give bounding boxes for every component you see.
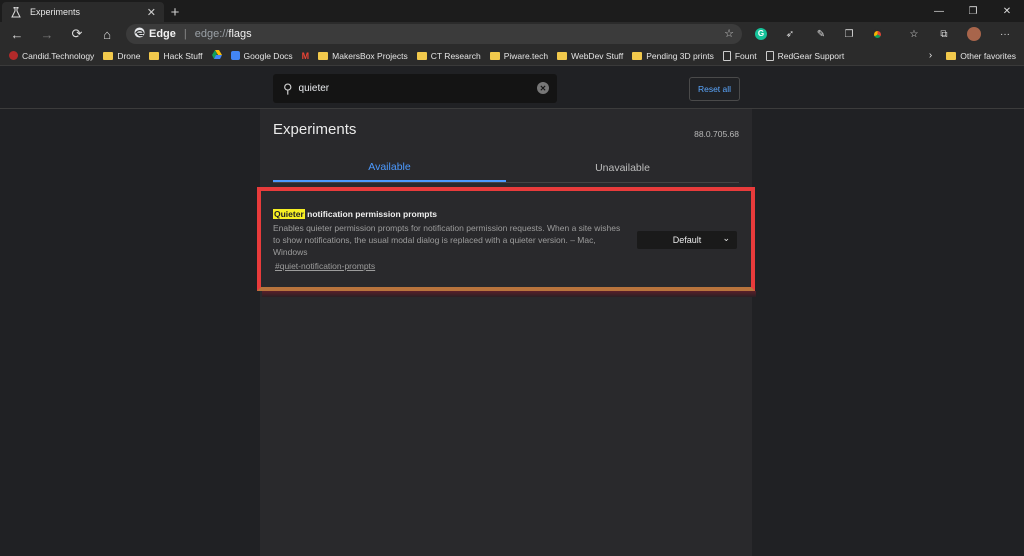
- bookmark-label: Google Docs: [243, 50, 293, 61]
- url-scheme: edge://: [194, 28, 229, 40]
- page-icon: [765, 50, 774, 61]
- flag-card: Quieter notification permission prompts …: [257, 187, 755, 291]
- url-path: flags: [228, 28, 252, 40]
- extension-pen-icon[interactable]: ✎: [812, 25, 830, 43]
- bookmark-label: Piware.tech: [503, 50, 549, 61]
- page-title: Experiments: [273, 121, 357, 138]
- search-icon: ⚲: [283, 80, 293, 96]
- page-icon: [722, 50, 731, 61]
- address-bar[interactable]: Edge | edge://flags ☆: [126, 24, 742, 44]
- google-drive-icon: [211, 50, 222, 61]
- bookmark-label: Pending 3D prints: [646, 50, 714, 61]
- bookmark-pending-3d[interactable]: Pending 3D prints: [632, 51, 714, 61]
- bookmark-redgear[interactable]: RedGear Support: [765, 50, 845, 61]
- home-icon[interactable]: ⌂: [92, 22, 122, 46]
- forward-icon[interactable]: →: [32, 22, 62, 46]
- bookmark-drone[interactable]: Drone: [103, 51, 140, 61]
- experiments-panel: Experiments 88.0.705.68 Available Unavai…: [260, 109, 752, 556]
- bookmark-webdev[interactable]: WebDev Stuff: [557, 51, 623, 61]
- tab-available[interactable]: Available: [273, 153, 506, 182]
- grammarly-icon[interactable]: G: [752, 25, 770, 43]
- search-value: quieter: [298, 83, 330, 94]
- chevron-down-icon: ⌄: [722, 233, 730, 243]
- add-favorite-icon[interactable]: ☆: [724, 27, 734, 40]
- folder-icon: [489, 51, 500, 60]
- flag-anchor-link[interactable]: #quiet-notification-prompts: [275, 261, 375, 271]
- minimize-icon[interactable]: —: [922, 0, 956, 22]
- new-tab-icon[interactable]: +: [164, 2, 186, 22]
- bookmark-ct-research[interactable]: CT Research: [416, 50, 481, 61]
- folder-icon: [946, 51, 957, 60]
- candid-favicon-icon: [9, 51, 18, 60]
- other-favorites-label: Other favorites: [960, 50, 1016, 61]
- bookmark-drive[interactable]: [211, 50, 222, 61]
- collections-icon[interactable]: ⧉: [935, 25, 953, 43]
- google-docs-icon: [230, 51, 240, 60]
- bookmark-gmail[interactable]: M: [302, 51, 310, 61]
- omnibox-separator: |: [183, 28, 187, 40]
- chevron-right-icon[interactable]: ›: [929, 50, 932, 61]
- bookmark-label: CT Research: [430, 50, 481, 61]
- bookmark-label: RedGear Support: [777, 50, 845, 61]
- flags-search-header: ⚲ quieter ✕ Reset all: [0, 67, 1024, 109]
- version-label: 88.0.705.68: [694, 129, 739, 139]
- tab-title: Experiments: [30, 7, 81, 17]
- tab-unavailable[interactable]: Unavailable: [506, 153, 739, 182]
- bookmark-label: Drone: [117, 50, 141, 61]
- other-favorites[interactable]: › Other favorites: [929, 50, 1016, 61]
- flag-state-select[interactable]: Default ⌄: [637, 231, 737, 249]
- bookmark-makersbox[interactable]: MakersBox Projects: [318, 51, 408, 61]
- gmail-icon: M: [301, 50, 310, 61]
- chrome-extension-icon[interactable]: [868, 25, 886, 43]
- folder-icon: [149, 51, 160, 60]
- flag-title-rest: notification permission prompts: [304, 209, 437, 219]
- bookmark-label: WebDev Stuff: [571, 50, 624, 61]
- folder-icon: [416, 51, 427, 60]
- edge-brand-label: Edge: [149, 28, 176, 40]
- tab-experiments[interactable]: Experiments ✕: [2, 2, 164, 22]
- extension-copy-icon[interactable]: ❐: [840, 25, 858, 43]
- bookmark-hack-stuff[interactable]: Hack Stuff: [149, 50, 203, 61]
- bookmark-label: Fount: [734, 50, 757, 61]
- avatar[interactable]: [965, 25, 983, 43]
- tab-close-icon[interactable]: ✕: [147, 6, 156, 19]
- bookmark-fount[interactable]: Fount: [722, 50, 757, 61]
- browser-toolbar: ← → ⟳ ⌂ Edge | edge://flags ☆ G ➶ ✎ ❐ ☆ …: [0, 22, 1024, 46]
- bookmark-google-docs[interactable]: Google Docs: [230, 50, 293, 61]
- reset-all-button[interactable]: Reset all: [689, 77, 740, 101]
- search-highlight: Quieter: [273, 209, 305, 219]
- card-shadow: [262, 291, 756, 297]
- flag-description: Enables quieter permission prompts for n…: [273, 223, 621, 257]
- folder-icon: [557, 51, 568, 60]
- refresh-icon[interactable]: ⟳: [62, 22, 92, 46]
- window-close-icon[interactable]: ✕: [990, 0, 1024, 22]
- restore-icon[interactable]: ❐: [956, 0, 990, 22]
- experiments-tabs: Available Unavailable: [273, 153, 739, 183]
- window-controls: — ❐ ✕: [922, 0, 1024, 22]
- favorites-icon[interactable]: ☆: [905, 25, 923, 43]
- flask-icon: [10, 6, 22, 18]
- bookmark-candid-technology[interactable]: Candid.Technology: [9, 51, 94, 61]
- select-value: Default: [672, 235, 702, 245]
- flag-title: Quieter notification permission prompts: [273, 209, 437, 219]
- folder-icon: [318, 51, 329, 60]
- bookmark-label: MakersBox Projects: [332, 50, 408, 61]
- tab-strip: Experiments ✕ +: [0, 0, 1024, 22]
- favorites-bar: Candid.Technology Drone Hack Stuff Googl…: [0, 46, 1024, 66]
- edge-logo-icon: [134, 27, 145, 41]
- extension-arrow-icon[interactable]: ➶: [781, 25, 799, 43]
- clear-search-icon[interactable]: ✕: [537, 82, 549, 94]
- bookmark-piware[interactable]: Piware.tech: [489, 50, 549, 61]
- flags-search-input[interactable]: ⚲ quieter ✕: [273, 74, 557, 103]
- bookmark-label: Hack Stuff: [163, 50, 203, 61]
- back-icon[interactable]: ←: [2, 22, 32, 46]
- folder-icon: [103, 51, 114, 60]
- more-menu-icon[interactable]: ···: [996, 25, 1014, 43]
- folder-icon: [632, 51, 643, 60]
- bookmark-label: Candid.Technology: [22, 50, 95, 61]
